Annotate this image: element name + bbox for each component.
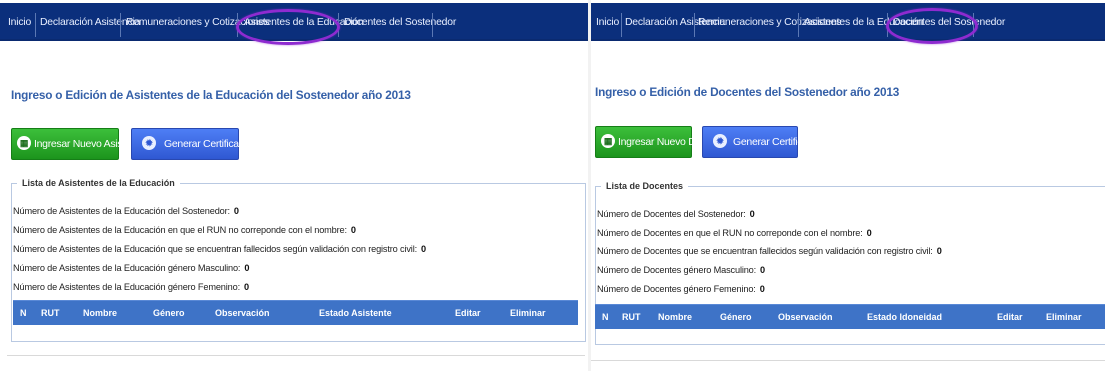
gear-icon: ✹ [713,134,727,148]
col-eliminar[interactable]: Eliminar [510,301,546,325]
new-asistente-label: Ingresar Nuevo Asistente [34,138,145,150]
col-observacion[interactable]: Observación [215,301,270,325]
bottom-rule [591,360,1105,361]
nav-separator [432,13,433,37]
nav-separator [621,13,622,37]
col-rut[interactable]: RUT [622,305,641,329]
generar-certificado-button[interactable]: ✹ Generar Certificado [702,126,819,158]
stat-total: Número de Docentes del Sostenedor: 0 [597,209,755,219]
col-n[interactable]: N [20,301,27,325]
stat-value: 0 [233,206,239,216]
save-icon: ▦ [601,134,615,148]
nav-separator [120,13,121,37]
stat-label: Número de Asistentes de la Educación gén… [13,282,240,292]
col-editar[interactable]: Editar [455,301,481,325]
stat-value: 0 [350,225,356,235]
gear-icon: ✹ [142,136,156,150]
stat-label: Número de Asistentes de la Educación que… [13,244,417,254]
nav-separator [35,13,36,37]
stat-label: Número de Docentes género Masculino: [597,265,757,275]
stat-femenino: Número de Asistentes de la Educación gén… [13,282,249,292]
stat-label: Número de Docentes en que el RUN no corr… [597,228,863,238]
col-genero[interactable]: Género [720,305,752,329]
stat-value: 0 [936,246,942,256]
page-title: Ingreso o Edición de Docentes del Sosten… [595,85,900,99]
highlight-circle-annotation [886,8,978,44]
save-icon: ▦ [17,136,31,150]
stat-femenino: Número de Docentes género Femenino: 0 [597,284,765,294]
generar-certificado-label: Generar Certificado [733,136,819,148]
col-editar[interactable]: Editar [997,305,1023,329]
col-estado[interactable]: Estado Idoneidad [867,305,942,329]
stat-value: 0 [866,228,872,238]
stat-label: Número de Asistentes de la Educación en … [13,225,347,235]
stat-label: Número de Docentes género Femenino: [597,284,756,294]
stat-value: 0 [749,209,755,219]
stat-label: Número de Docentes del Sostenedor: [597,209,746,219]
col-n[interactable]: N [602,305,609,329]
table-header: N RUT Nombre Género Observación Estado A… [13,300,578,325]
bottom-rule [7,355,585,356]
stat-value: 0 [759,284,765,294]
stat-total: Número de Asistentes de la Educación del… [13,206,239,216]
stat-value: 0 [760,265,766,275]
col-estado[interactable]: Estado Asistente [319,301,392,325]
nav-bottom-border [591,39,1105,41]
page-title: Ingreso o Edición de Asistentes de la Ed… [11,88,411,102]
stat-fallecidos: Número de Asistentes de la Educación que… [13,244,426,254]
new-docente-button[interactable]: ▦ Ingresar Nuevo Docente [595,126,726,158]
highlight-circle-annotation [236,9,340,45]
generar-certificado-button[interactable]: ✹ Generar Certificado [131,128,250,160]
fieldset-legend: Lista de Asistentes de la Educación [17,178,180,188]
new-asistente-button[interactable]: ▦ Ingresar Nuevo Asistente [11,128,144,160]
stat-value: 0 [243,282,249,292]
col-nombre[interactable]: Nombre [658,305,692,329]
col-observacion[interactable]: Observación [778,305,833,329]
stat-label: Número de Docentes que se encuentran fal… [597,246,933,256]
nav-inicio[interactable]: Inicio [596,3,619,39]
fieldset-legend: Lista de Docentes [601,181,689,191]
generar-certificado-label: Generar Certificado [164,138,250,150]
top-nav-bar: Inicio Declaración Asistencia Remuneraci… [591,3,1105,39]
stat-label: Número de Asistentes de la Educación del… [13,206,230,216]
left-screenshot-panel: Inicio Declaración Asistencia Remuneraci… [0,0,588,371]
nav-separator [694,13,695,37]
right-screenshot-panel: Inicio Declaración Asistencia Remuneraci… [591,0,1105,371]
stat-value: 0 [244,263,250,273]
stat-masculino: Número de Docentes género Masculino: 0 [597,265,765,275]
col-genero[interactable]: Género [153,301,185,325]
col-nombre[interactable]: Nombre [83,301,117,325]
stat-label: Número de Asistentes de la Educación gén… [13,263,241,273]
col-eliminar[interactable]: Eliminar [1046,305,1082,329]
stat-fallecidos: Número de Docentes que se encuentran fal… [597,246,942,256]
nav-separator [798,13,799,37]
col-rut[interactable]: RUT [41,301,60,325]
nav-docentes[interactable]: Docentes del Sostenedor [344,3,456,39]
stat-run-mismatch: Número de Asistentes de la Educación en … [13,225,356,235]
stat-value: 0 [421,244,426,254]
table-header: N RUT Nombre Género Observación Estado I… [595,304,1105,329]
nav-inicio[interactable]: Inicio [8,3,31,39]
stat-run-mismatch: Número de Docentes en que el RUN no corr… [597,228,872,238]
stat-masculino: Número de Asistentes de la Educación gén… [13,263,249,273]
